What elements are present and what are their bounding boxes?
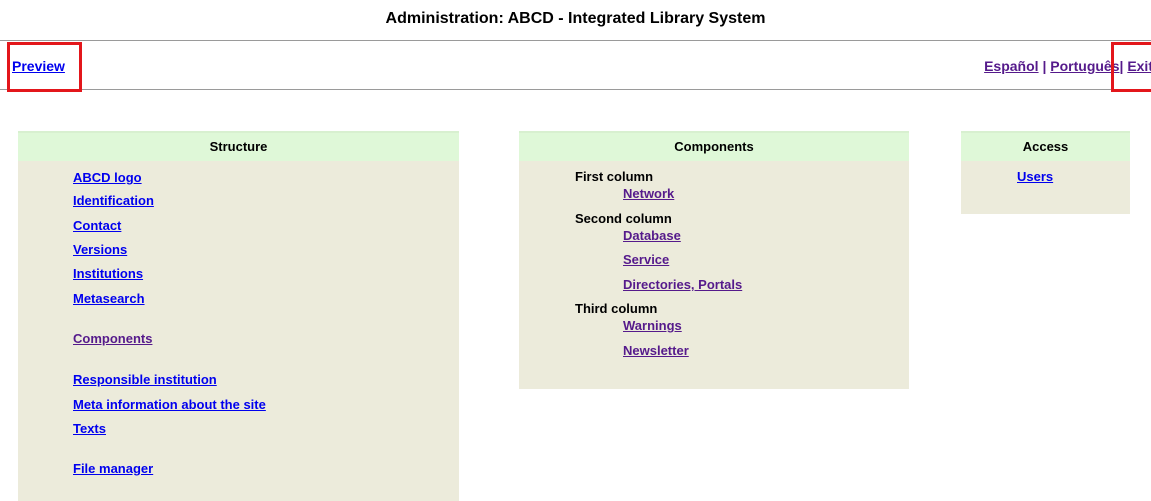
structure-link-file-manager[interactable]: File manager (73, 461, 153, 476)
structure-link-identification[interactable]: Identification (73, 193, 154, 208)
structure-link-contact[interactable]: Contact (73, 218, 121, 233)
structure-link-responsible-institution[interactable]: Responsible institution (73, 372, 217, 387)
exit-highlight-box (1111, 42, 1151, 92)
component-link-network[interactable]: Network (623, 186, 674, 201)
component-link-service[interactable]: Service (623, 252, 669, 267)
access-panel-header: Access (961, 131, 1130, 161)
separator: | (1042, 58, 1047, 74)
structure-link-versions[interactable]: Versions (73, 242, 127, 257)
component-link-database[interactable]: Database (623, 228, 681, 243)
component-link-directories-portals[interactable]: Directories, Portals (623, 277, 742, 292)
structure-link-meta-information[interactable]: Meta information about the site (73, 397, 266, 412)
access-panel: Access Users (961, 131, 1130, 214)
structure-panel: Structure ABCD logo Identification Conta… (18, 131, 459, 501)
component-link-warnings[interactable]: Warnings (623, 318, 682, 333)
structure-link-texts[interactable]: Texts (73, 421, 106, 436)
components-panel-header: Components (519, 131, 909, 161)
structure-link-components[interactable]: Components (73, 331, 152, 346)
third-column-label: Third column (575, 301, 658, 316)
structure-link-abcd-logo[interactable]: ABCD logo (73, 170, 142, 185)
structure-link-metasearch[interactable]: Metasearch (73, 291, 145, 306)
top-nav-bar: Preview Español | Português| Exit (0, 40, 1151, 90)
components-panel: Components First column Network Second c… (519, 131, 909, 389)
preview-highlight-box (7, 42, 82, 92)
component-link-newsletter[interactable]: Newsletter (623, 343, 689, 358)
language-link-portugues[interactable]: Português (1050, 58, 1119, 74)
admin-page: Administration: ABCD - Integrated Librar… (0, 0, 1151, 501)
structure-panel-header: Structure (18, 131, 459, 161)
access-link-users[interactable]: Users (1017, 169, 1053, 184)
language-link-espanol[interactable]: Español (984, 58, 1038, 74)
first-column-label: First column (575, 169, 654, 184)
second-column-label: Second column (575, 211, 672, 226)
page-title: Administration: ABCD - Integrated Librar… (385, 10, 766, 27)
structure-link-institutions[interactable]: Institutions (73, 266, 143, 281)
